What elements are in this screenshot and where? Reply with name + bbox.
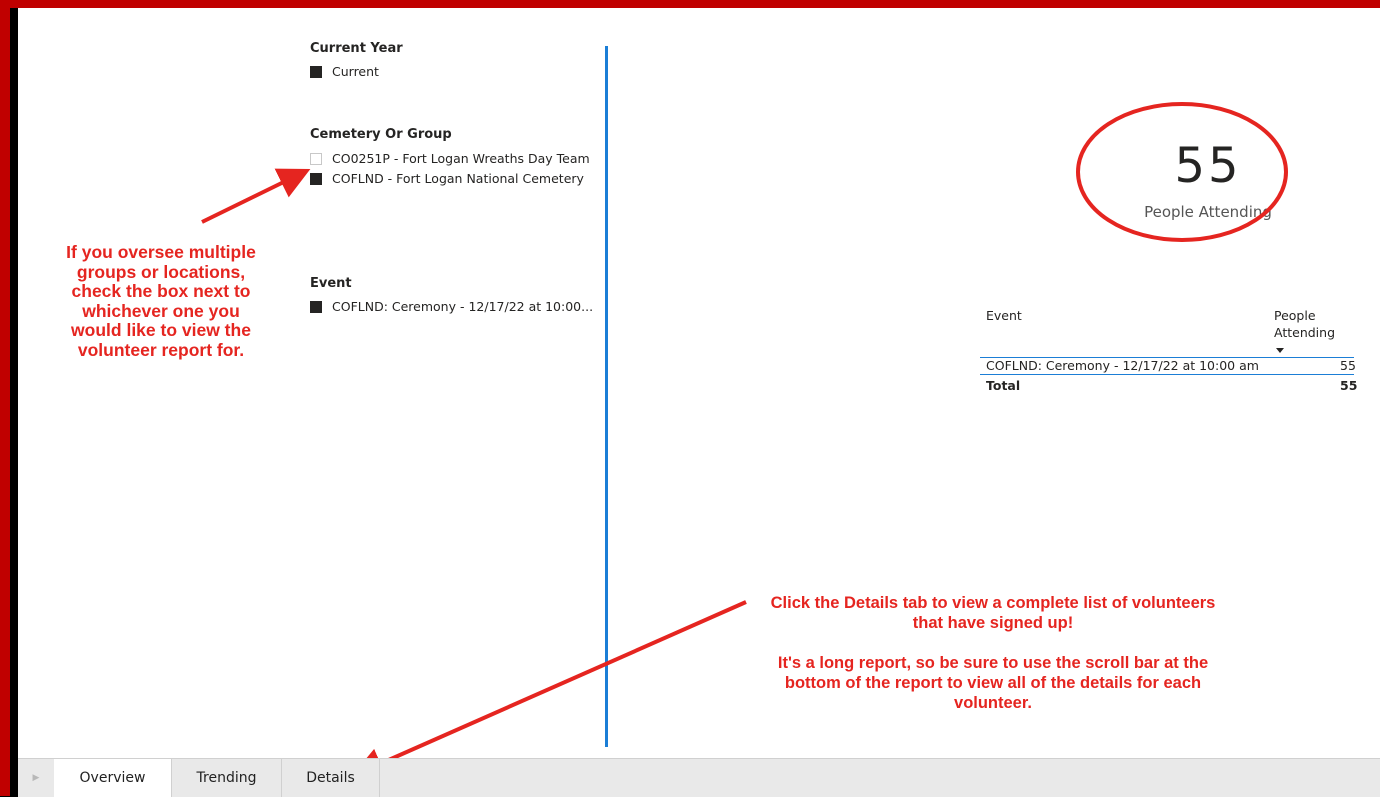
tab-overview[interactable]: Overview — [54, 759, 172, 797]
tab-scroll-left-icon[interactable]: ▶ — [18, 759, 55, 797]
annotation-overlay — [201, 102, 1288, 779]
page-tab-bar: ▶ Overview Trending Details — [18, 758, 1380, 797]
arrow-to-details-tab — [351, 600, 747, 779]
tab-details[interactable]: Details — [282, 759, 380, 797]
highlight-circle — [1076, 102, 1288, 242]
arrow-to-checkbox — [201, 168, 311, 224]
tab-trending[interactable]: Trending — [172, 759, 282, 797]
